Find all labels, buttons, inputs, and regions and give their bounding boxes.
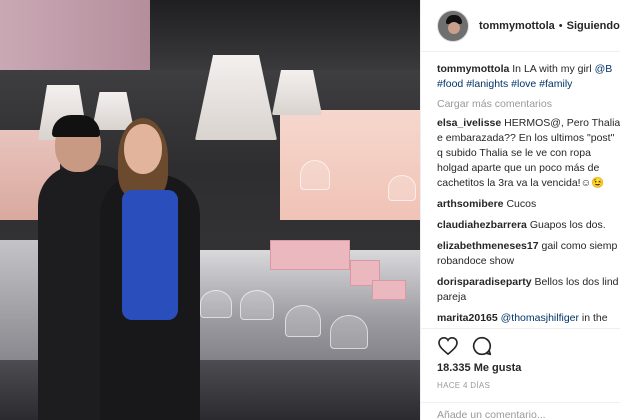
photo-pastry-box <box>372 280 406 300</box>
comment-text: Guapos los dos. <box>529 219 606 231</box>
post-header: tommymottola • Siguiendo <box>421 0 620 52</box>
load-more-comments-link[interactable]: Cargar más comentarios <box>437 98 620 110</box>
photo-woman-head <box>124 124 162 174</box>
photo-cake-dome <box>200 290 232 318</box>
comment-item: elizabethmeneses17 gail como siemp roban… <box>437 239 620 269</box>
comments-list[interactable]: tommymottola In LA with my girl @B #food… <box>421 62 620 327</box>
photo-pastry-box <box>270 240 350 270</box>
caption-username[interactable]: tommymottola <box>437 63 509 75</box>
likes-count[interactable]: 18.335 Me gusta <box>437 362 521 374</box>
heart-icon[interactable] <box>437 335 459 357</box>
photo-cake-dome <box>300 160 330 190</box>
comment-text: Cucos <box>506 198 537 210</box>
post-side-panel: tommymottola • Siguiendo tommymottola In… <box>420 0 620 420</box>
comment-username[interactable]: marita20165 <box>437 312 498 324</box>
photo-woman-blue-top <box>122 190 178 320</box>
photo-cake-dome <box>330 315 368 349</box>
photo-cake-dome <box>388 175 416 201</box>
post-photo[interactable] <box>0 0 420 420</box>
comment-item: arthsomibere Cucos <box>437 197 620 212</box>
photo-pink-wall <box>0 0 150 70</box>
post-actions <box>421 328 620 362</box>
comment-username[interactable]: elizabethmeneses17 <box>437 240 539 252</box>
caption-text: In LA with my girl <box>512 63 592 75</box>
photo-cake-dome <box>285 305 321 337</box>
comment-item: claudiahezbarrera Guapos los dos. <box>437 218 620 233</box>
comment-item: elsa_ivelisse HERMOS@, Pero Thalia e emb… <box>437 116 620 191</box>
caption-hashtags[interactable]: #food #lanights #love #family <box>437 78 572 90</box>
comment-item: marita20165 @thomasjhilfiger in the guey <box>437 311 620 327</box>
photo-man-cap <box>52 115 100 137</box>
avatar[interactable] <box>437 9 469 42</box>
comment-mention[interactable]: @thomasjhilfiger <box>501 312 579 324</box>
header-separator: • <box>558 19 563 32</box>
comment-username[interactable]: dorisparadiseparty <box>437 276 532 288</box>
comment-item: dorisparadiseparty Bellos los dos lind p… <box>437 275 620 305</box>
follow-button[interactable]: Siguiendo <box>567 20 620 32</box>
post-timestamp: HACE 4 DÍAS <box>437 381 491 390</box>
caption-mention[interactable]: @B <box>595 63 613 75</box>
header-username[interactable]: tommymottola <box>479 20 555 32</box>
comment-username[interactable]: elsa_ivelisse <box>437 117 501 129</box>
comment-username[interactable]: claudiahezbarrera <box>437 219 527 231</box>
comment-icon[interactable] <box>471 335 493 357</box>
add-comment-bar <box>421 402 620 420</box>
comment-username[interactable]: arthsomibere <box>437 198 504 210</box>
caption: tommymottola In LA with my girl @B #food… <box>437 62 620 92</box>
photo-lamp <box>272 70 322 115</box>
add-comment-input[interactable] <box>437 409 607 420</box>
photo-display-shelf <box>280 110 420 220</box>
photo-cake-dome <box>240 290 274 320</box>
